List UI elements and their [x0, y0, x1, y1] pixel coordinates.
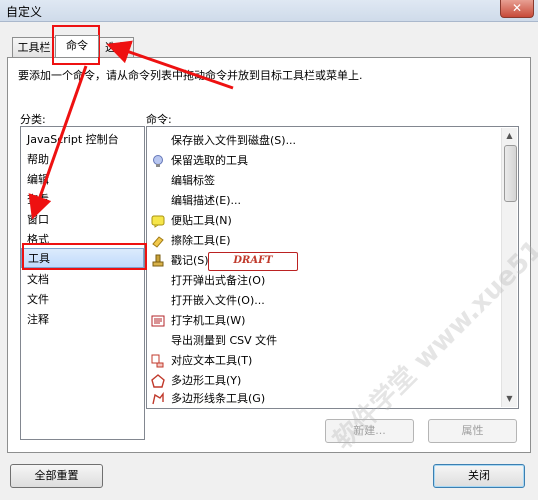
- annotation-arrow-to-tab: [106, 40, 234, 90]
- annotation-arrows: [28, 40, 234, 220]
- tab-commands[interactable]: 命令: [55, 35, 99, 57]
- annotation-arrow-to-tools: [28, 65, 88, 220]
